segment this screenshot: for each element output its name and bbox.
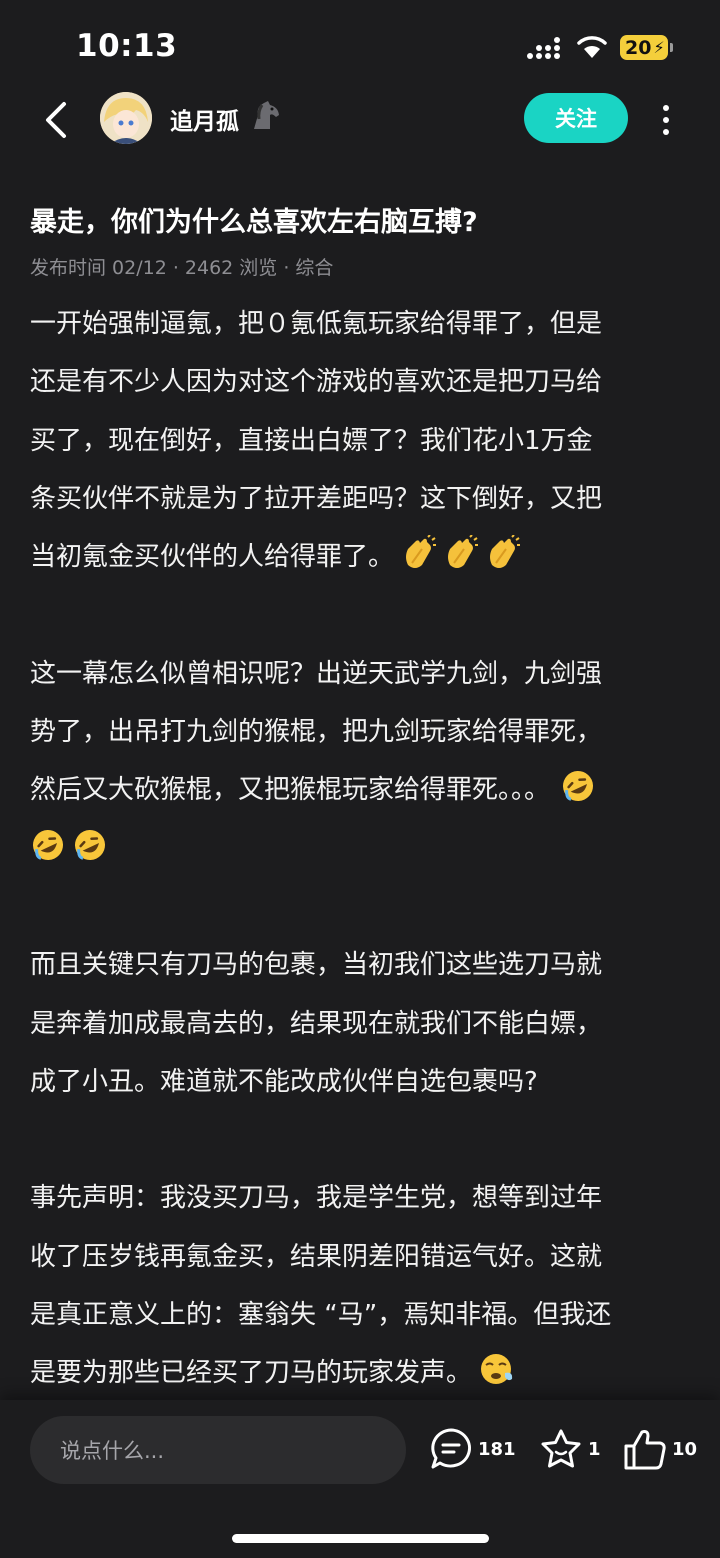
- back-icon[interactable]: [40, 100, 72, 140]
- home-indicator: [232, 1534, 489, 1543]
- post-body: 一开始强制逼氪，把０氪低氪玩家给得罪了，但是 还是有不少人因为对这个游戏的喜欢还…: [30, 295, 690, 1403]
- body-line-with-emoji: 然后又大砍猴棍，又把猴棍玩家给得罪死。。。: [30, 761, 690, 819]
- clap-emoji-icon: [490, 535, 521, 569]
- post-meta: 发布时间 02/12 · 2462 浏览 · 综合: [30, 257, 334, 279]
- body-line: 而且关键只有刀马的包裹，当初我们这些选刀马就: [30, 950, 603, 981]
- avatar[interactable]: [100, 92, 152, 144]
- emoji-line: [30, 820, 690, 878]
- body-line: 然后又大砍猴棍，又把猴棍玩家给得罪死。。。: [30, 775, 551, 806]
- body-line: 势了，出吊打九剑的猴棍，把九剑玩家给得罪死，: [30, 717, 603, 748]
- body-line: 事先声明：我没买刀马，我是学生党，想等到过年: [30, 1183, 603, 1214]
- rofl-emoji-icon: [75, 829, 105, 860]
- star-icon: [541, 1429, 581, 1468]
- bottom-action-bar: 说点什么... 181 1 10: [0, 1400, 720, 1558]
- body-line: 是奔着加成最高去的，结果现在就我们不能白嫖，: [30, 1008, 603, 1039]
- body-line: 收了压岁钱再氪金买，结果阴差阳错运气好。这就: [30, 1241, 603, 1272]
- signal-icon: [527, 37, 560, 59]
- body-line: 条买伙伴不就是为了拉开差距吗？这下倒好，又把: [30, 483, 603, 514]
- comment-count: 181: [478, 1438, 516, 1460]
- wifi-icon: [577, 36, 607, 58]
- body-line: 是真正意义上的：塞翁失 “马”，焉知非福。但我还: [30, 1300, 612, 1331]
- battery-level: 20: [625, 36, 652, 59]
- post-header: 追月孤 关注: [0, 88, 720, 154]
- username[interactable]: 追月孤: [170, 102, 239, 136]
- charging-icon: ⚡: [653, 38, 665, 57]
- comment-input[interactable]: 说点什么...: [30, 1416, 406, 1484]
- follow-button[interactable]: 关注: [524, 93, 628, 143]
- body-line: 这一幕怎么似曾相识呢？出逆天武学九剑，九剑强: [30, 658, 603, 689]
- clap-emoji-icon: [406, 535, 437, 569]
- body-line: 一开始强制逼氪，把０氪低氪玩家给得罪了，但是: [30, 309, 603, 339]
- post-title: 暴走，你们为什么总喜欢左右脑互搏?: [30, 207, 478, 238]
- like-count: 10: [672, 1438, 698, 1460]
- status-time: 10:13: [76, 28, 178, 64]
- comment-button[interactable]: 181: [428, 1426, 516, 1472]
- comment-icon: [431, 1428, 471, 1469]
- body-line: 是要为那些已经买了刀马的玩家发声。: [30, 1358, 473, 1389]
- favorite-button[interactable]: 1: [538, 1426, 601, 1472]
- rofl-emoji-icon: [563, 771, 594, 802]
- thumbs-up-icon: [624, 1430, 666, 1470]
- body-line-with-emoji: 是要为那些已经买了刀马的玩家发声。: [30, 1344, 690, 1402]
- sweat-emoji-icon: [481, 1354, 513, 1385]
- body-line-with-emoji: 当初氪金买伙伴的人给得罪了。: [30, 528, 690, 586]
- body-line: 当初氪金买伙伴的人给得罪了。: [30, 542, 395, 573]
- like-button[interactable]: 10: [622, 1426, 697, 1472]
- status-bar: 10:13 20 ⚡: [0, 0, 720, 95]
- horse-emoji-icon: [254, 101, 279, 129]
- body-line: 买了，现在倒好，直接出白嫖了？我们花小1万金: [30, 425, 593, 456]
- body-line: 还是有不少人因为对这个游戏的喜欢还是把刀马给: [30, 367, 603, 398]
- clap-emoji-icon: [448, 535, 479, 569]
- body-line: 成了小丑。难道就不能改成伙伴自选包裹吗?: [30, 1066, 538, 1097]
- favorite-count: 1: [588, 1438, 601, 1460]
- rofl-emoji-icon: [33, 829, 63, 860]
- more-icon[interactable]: [660, 102, 672, 138]
- battery-indicator: 20 ⚡: [620, 35, 673, 60]
